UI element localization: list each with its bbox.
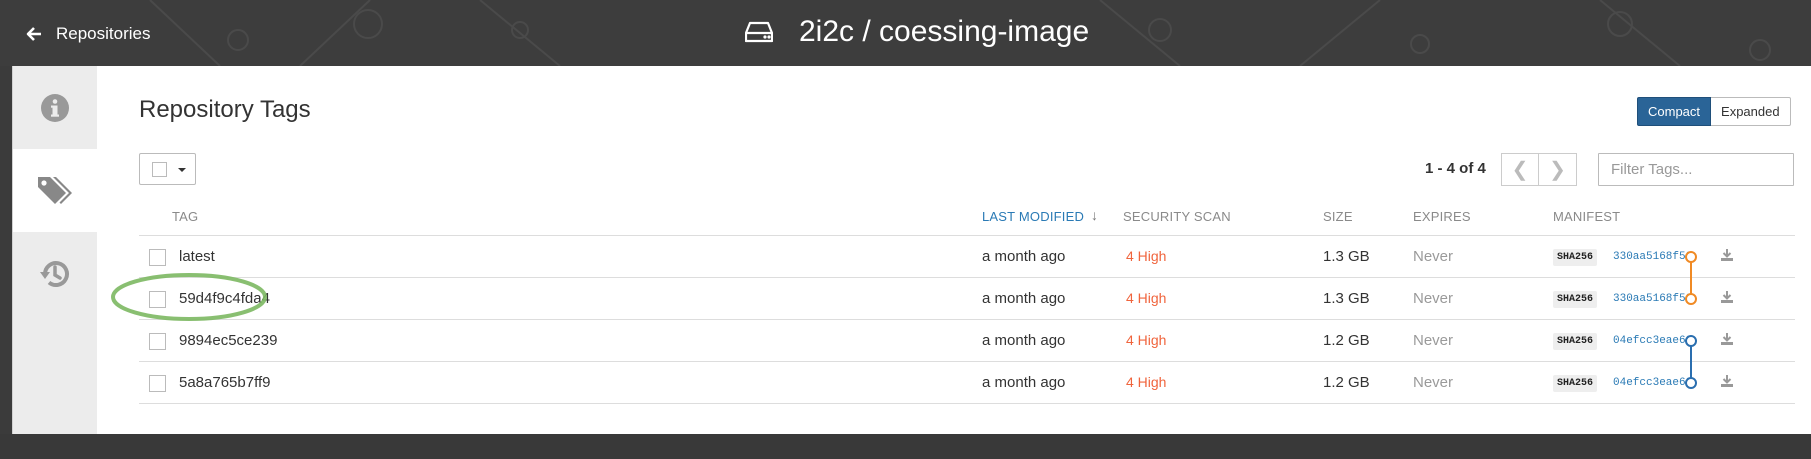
previous-page-button[interactable]: ❮ <box>1501 153 1539 186</box>
tag-expires: Never <box>1413 332 1454 349</box>
last-modified: a month ago <box>982 248 1066 265</box>
digest-algorithm-label: SHA256 <box>1553 375 1598 392</box>
view-mode-toggle: Compact Expanded <box>1637 97 1791 126</box>
tag-name[interactable]: 5a8a765b7ff9 <box>179 374 271 391</box>
chevron-left-icon: ❮ <box>1511 159 1529 181</box>
main-panel: Repository Tags Compact Expanded 1 - 4 o… <box>12 66 1811 434</box>
tags-icon <box>38 176 72 204</box>
tag-size: 1.3 GB <box>1323 290 1370 307</box>
expanded-view-button[interactable]: Expanded <box>1711 97 1791 126</box>
filter-tags-input[interactable] <box>1598 153 1794 186</box>
column-header-last-modified[interactable]: LAST MODIFIED <box>982 209 1084 224</box>
caret-down-icon <box>178 168 186 172</box>
manifest-digest-link[interactable]: 04efcc3eae60 <box>1613 377 1692 389</box>
repo-title-text: 2i2c / coessing-image <box>799 15 1090 48</box>
top-bar: Repositories 2i2c / coessing-image <box>0 0 1811 66</box>
digest-algorithm-label: SHA256 <box>1553 291 1598 308</box>
back-to-repositories-link[interactable]: Repositories <box>26 22 151 46</box>
tag-size: 1.2 GB <box>1323 374 1370 391</box>
row-checkbox[interactable] <box>149 333 166 350</box>
tag-name[interactable]: latest <box>179 248 215 265</box>
download-icon[interactable] <box>1720 290 1734 304</box>
last-modified: a month ago <box>982 332 1066 349</box>
tag-expires: Never <box>1413 290 1454 307</box>
row-checkbox[interactable] <box>149 291 166 308</box>
tag-expires: Never <box>1413 374 1454 391</box>
security-scan-result[interactable]: 4 High <box>1126 290 1166 306</box>
next-page-button[interactable]: ❯ <box>1539 153 1577 186</box>
pagination-controls: ❮ ❯ <box>1501 153 1577 186</box>
bulk-select-dropdown[interactable] <box>139 153 196 185</box>
select-all-checkbox[interactable] <box>152 162 167 177</box>
column-header-tag[interactable]: TAG <box>172 209 198 224</box>
info-icon <box>41 93 69 122</box>
manifest-digest-link[interactable]: 04efcc3eae60 <box>1613 335 1692 347</box>
tags-content: Repository Tags Compact Expanded 1 - 4 o… <box>139 66 1811 434</box>
page-title: Repository Tags <box>139 96 311 123</box>
tag-expires: Never <box>1413 248 1454 265</box>
table-row: 59d4f9c4fda4 a month ago 4 High 1.3 GB N… <box>139 278 1795 319</box>
last-modified: a month ago <box>982 374 1066 391</box>
download-icon[interactable] <box>1720 374 1734 388</box>
column-header-manifest: MANIFEST <box>1553 209 1621 224</box>
compact-view-button[interactable]: Compact <box>1637 97 1712 126</box>
download-icon[interactable] <box>1720 248 1734 262</box>
digest-algorithm-label: SHA256 <box>1553 249 1598 266</box>
row-divider <box>139 403 1795 404</box>
row-checkbox[interactable] <box>149 375 166 392</box>
security-scan-result[interactable]: 4 High <box>1126 374 1166 390</box>
sidebar-tab-history[interactable] <box>13 232 97 315</box>
column-header-security-scan[interactable]: SECURITY SCAN <box>1123 209 1231 224</box>
tag-size: 1.2 GB <box>1323 332 1370 349</box>
hard-drive-icon <box>745 21 773 43</box>
pagination-count: 1 - 4 of 4 <box>1425 160 1486 177</box>
column-header-size[interactable]: SIZE <box>1323 209 1353 224</box>
repository-title: 2i2c / coessing-image <box>745 12 1089 52</box>
manifest-digest-link[interactable]: 330aa5168f50 <box>1613 293 1692 305</box>
security-scan-result[interactable]: 4 High <box>1126 248 1166 264</box>
download-icon[interactable] <box>1720 332 1734 346</box>
manifest-digest-link[interactable]: 330aa5168f50 <box>1613 251 1692 263</box>
sidebar-tab-info[interactable] <box>13 66 97 149</box>
last-modified: a month ago <box>982 290 1066 307</box>
sidebar-tab-tags[interactable] <box>13 149 97 232</box>
security-scan-result[interactable]: 4 High <box>1126 332 1166 348</box>
table-row: latest a month ago 4 High 1.3 GB Never S… <box>139 236 1795 277</box>
tag-size: 1.3 GB <box>1323 248 1370 265</box>
chevron-right-icon: ❯ <box>1549 159 1566 181</box>
arrow-left-icon <box>26 27 41 41</box>
back-label: Repositories <box>56 24 151 43</box>
tag-name[interactable]: 9894ec5ce239 <box>179 332 277 349</box>
history-icon <box>40 260 69 287</box>
digest-algorithm-label: SHA256 <box>1553 333 1598 350</box>
sidebar <box>13 66 97 434</box>
row-checkbox[interactable] <box>149 249 166 266</box>
tag-name[interactable]: 59d4f9c4fda4 <box>179 290 270 307</box>
table-row: 5a8a765b7ff9 a month ago 4 High 1.2 GB N… <box>139 362 1795 403</box>
column-header-expires[interactable]: EXPIRES <box>1413 209 1471 224</box>
table-row: 9894ec5ce239 a month ago 4 High 1.2 GB N… <box>139 320 1795 361</box>
sort-descending-icon: ↓ <box>1091 207 1098 223</box>
footer-strip <box>0 434 1811 459</box>
